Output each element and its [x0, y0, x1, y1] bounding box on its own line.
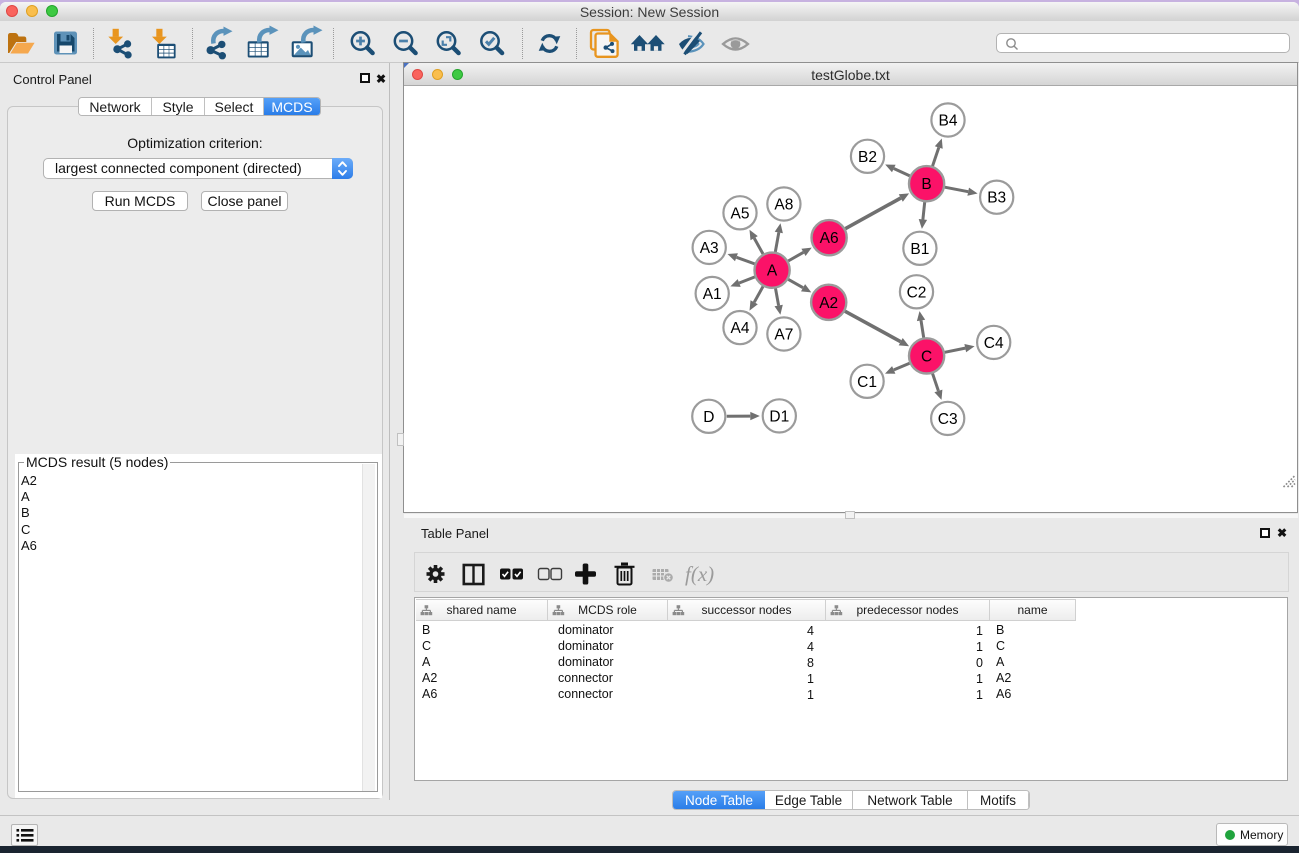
svg-text:D1: D1	[769, 408, 789, 425]
svg-text:C1: C1	[857, 374, 877, 391]
svg-text:C2: C2	[907, 284, 927, 301]
svg-text:A1: A1	[703, 286, 722, 303]
svg-text:A: A	[767, 263, 778, 280]
svg-text:f(x): f(x)	[685, 562, 714, 586]
svg-text:A8: A8	[774, 197, 793, 214]
svg-text:B: B	[921, 176, 931, 193]
svg-text:D: D	[703, 409, 714, 426]
svg-text:A3: A3	[700, 240, 719, 257]
svg-text:C4: C4	[984, 335, 1004, 352]
svg-text:A4: A4	[731, 320, 750, 337]
svg-text:A6: A6	[820, 230, 839, 247]
svg-text:C3: C3	[938, 411, 958, 428]
svg-text:A2: A2	[819, 295, 838, 312]
svg-text:B1: B1	[910, 241, 929, 258]
svg-text:A7: A7	[774, 327, 793, 344]
svg-text:B3: B3	[987, 190, 1006, 207]
svg-text:C: C	[921, 348, 932, 365]
svg-text:A5: A5	[731, 205, 750, 222]
svg-text:B4: B4	[939, 113, 958, 130]
svg-text:B2: B2	[858, 149, 877, 166]
